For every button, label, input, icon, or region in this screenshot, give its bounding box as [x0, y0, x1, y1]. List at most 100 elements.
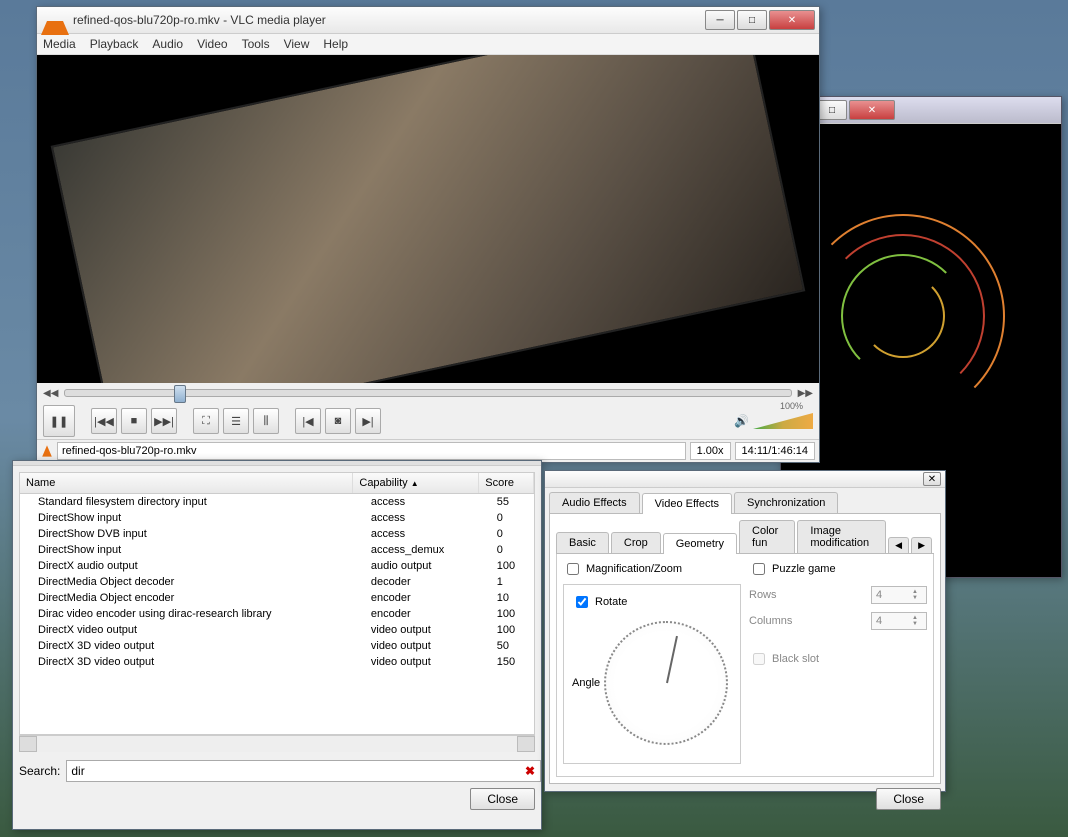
col-score[interactable]: Score [479, 473, 534, 494]
table-row[interactable]: DirectShow inputaccess0 [20, 510, 534, 526]
menu-video[interactable]: Video [197, 37, 227, 51]
plugin-score: 0 [479, 542, 534, 558]
plugin-capability: access [353, 510, 479, 526]
fullscreen-button[interactable]: ⛶ [193, 408, 219, 434]
statusbar: refined-qos-blu720p-ro.mkv 1.00x 14:11/1… [37, 439, 819, 462]
plugin-name: DirectMedia Object decoder [20, 574, 353, 590]
seek-thumb[interactable] [174, 385, 186, 403]
vlc-main-window: refined-qos-blu720p-ro.mkv - VLC media p… [36, 6, 820, 463]
table-row[interactable]: DirectShow DVB inputaccess0 [20, 526, 534, 542]
playlist-button[interactable]: ☰ [223, 408, 249, 434]
tab-scroll-right[interactable]: ▶ [911, 537, 932, 553]
plugin-capability: access [353, 526, 479, 542]
main-tabs: Audio Effects Video Effects Synchronizat… [549, 492, 941, 514]
close-button[interactable]: ✕ [849, 100, 895, 120]
equalizer-button[interactable]: ⫼ [253, 408, 279, 434]
video-frame [51, 55, 806, 383]
table-row[interactable]: DirectX audio outputaudio output100 [20, 558, 534, 574]
plugin-capability: video output [353, 638, 479, 654]
plugin-score: 150 [479, 654, 534, 670]
next-button[interactable]: ▶▶| [151, 408, 177, 434]
columns-spinner[interactable]: 4▲▼ [871, 612, 927, 630]
plugin-capability: encoder [353, 606, 479, 622]
table-row[interactable]: DirectMedia Object encoderencoder10 [20, 590, 534, 606]
table-row[interactable]: Standard filesystem directory inputacces… [20, 494, 534, 511]
magnification-checkbox[interactable]: Magnification/Zoom [563, 560, 741, 578]
plugin-name: DirectShow input [20, 510, 353, 526]
time-display[interactable]: 14:11/1:46:14 [735, 442, 815, 460]
plugin-name: DirectMedia Object encoder [20, 590, 353, 606]
tab-scroll-left[interactable]: ◀ [888, 537, 909, 553]
tab-crop[interactable]: Crop [611, 532, 661, 553]
vlc-titlebar[interactable]: refined-qos-blu720p-ro.mkv - VLC media p… [37, 7, 819, 34]
tab-image-modification[interactable]: Image modification [797, 520, 886, 553]
menu-audio[interactable]: Audio [152, 37, 183, 51]
tab-synchronization[interactable]: Synchronization [734, 492, 838, 513]
plugin-capability: encoder [353, 590, 479, 606]
black-slot-checkbox[interactable]: Black slot [749, 650, 927, 668]
rotate-checkbox[interactable]: Rotate [572, 593, 732, 611]
menu-playback[interactable]: Playback [90, 37, 139, 51]
menu-view[interactable]: View [284, 37, 310, 51]
menu-tools[interactable]: Tools [242, 37, 270, 51]
frame-fwd-button[interactable]: ▶| [355, 408, 381, 434]
frame-back-button[interactable]: |◀ [295, 408, 321, 434]
plugin-capability: audio output [353, 558, 479, 574]
rows-spinner[interactable]: 4▲▼ [871, 586, 927, 604]
controls: ❚❚ |◀◀ ■ ▶▶| ⛶ ☰ ⫼ |◀ ◙ ▶| 🔊 100% [37, 403, 819, 439]
tab-basic[interactable]: Basic [556, 532, 609, 553]
plugin-score: 100 [479, 606, 534, 622]
col-name[interactable]: Name [20, 473, 353, 494]
plugin-capability: access_demux [353, 542, 479, 558]
playback-speed[interactable]: 1.00x [690, 442, 731, 460]
seek-back-icon[interactable]: ◀◀ [43, 388, 58, 399]
pause-button[interactable]: ❚❚ [43, 405, 75, 437]
angle-label: Angle [572, 677, 600, 689]
search-input[interactable] [66, 760, 541, 782]
angle-dial[interactable] [604, 621, 728, 745]
status-filename: refined-qos-blu720p-ro.mkv [57, 442, 686, 460]
record-button[interactable]: ◙ [325, 408, 351, 434]
columns-label: Columns [749, 615, 871, 627]
seekbar: ◀◀ ▶▶ [37, 383, 819, 403]
maximize-button[interactable]: □ [817, 100, 847, 120]
minimize-button[interactable]: ─ [705, 10, 735, 30]
volume-slider[interactable] [753, 413, 813, 429]
table-row[interactable]: DirectX 3D video outputvideo output150 [20, 654, 534, 670]
rows-label: Rows [749, 589, 871, 601]
plugin-score: 10 [479, 590, 534, 606]
tab-geometry[interactable]: Geometry [663, 533, 737, 554]
maximize-button[interactable]: □ [737, 10, 767, 30]
menu-help[interactable]: Help [323, 37, 348, 51]
tab-video-effects[interactable]: Video Effects [642, 493, 732, 514]
plugin-name: Standard filesystem directory input [20, 494, 353, 511]
seek-track[interactable] [64, 389, 791, 397]
close-icon[interactable]: ✕ [923, 472, 941, 486]
clear-search-icon[interactable]: ✖ [525, 764, 535, 778]
close-button[interactable]: Close [470, 788, 535, 810]
prev-button[interactable]: |◀◀ [91, 408, 117, 434]
speaker-icon[interactable]: 🔊 [734, 414, 749, 428]
seek-fwd-icon[interactable]: ▶▶ [798, 388, 813, 399]
video-area[interactable] [37, 55, 819, 383]
effects-titlebar[interactable]: ✕ [545, 471, 945, 488]
table-row[interactable]: DirectX video outputvideo output100 [20, 622, 534, 638]
effects-window: ✕ Audio Effects Video Effects Synchroniz… [544, 470, 946, 792]
close-button[interactable]: Close [876, 788, 941, 810]
close-button[interactable]: ✕ [769, 10, 815, 30]
bg-titlebar[interactable]: ─□✕ [781, 97, 1061, 124]
horizontal-scrollbar[interactable] [19, 735, 535, 752]
stop-button[interactable]: ■ [121, 408, 147, 434]
tab-audio-effects[interactable]: Audio Effects [549, 492, 640, 513]
col-capability[interactable]: Capability ▲ [353, 473, 479, 494]
menu-media[interactable]: Media [43, 37, 76, 51]
volume-control: 🔊 100% [734, 413, 813, 429]
plugin-name: DirectShow DVB input [20, 526, 353, 542]
table-row[interactable]: Dirac video encoder using dirac-research… [20, 606, 534, 622]
puzzle-checkbox[interactable]: Puzzle game [749, 560, 927, 578]
table-row[interactable]: DirectX 3D video outputvideo output50 [20, 638, 534, 654]
table-row[interactable]: DirectMedia Object decoderdecoder1 [20, 574, 534, 590]
tab-color-fun[interactable]: Color fun [739, 520, 795, 553]
table-row[interactable]: DirectShow inputaccess_demux0 [20, 542, 534, 558]
plugin-score: 0 [479, 526, 534, 542]
